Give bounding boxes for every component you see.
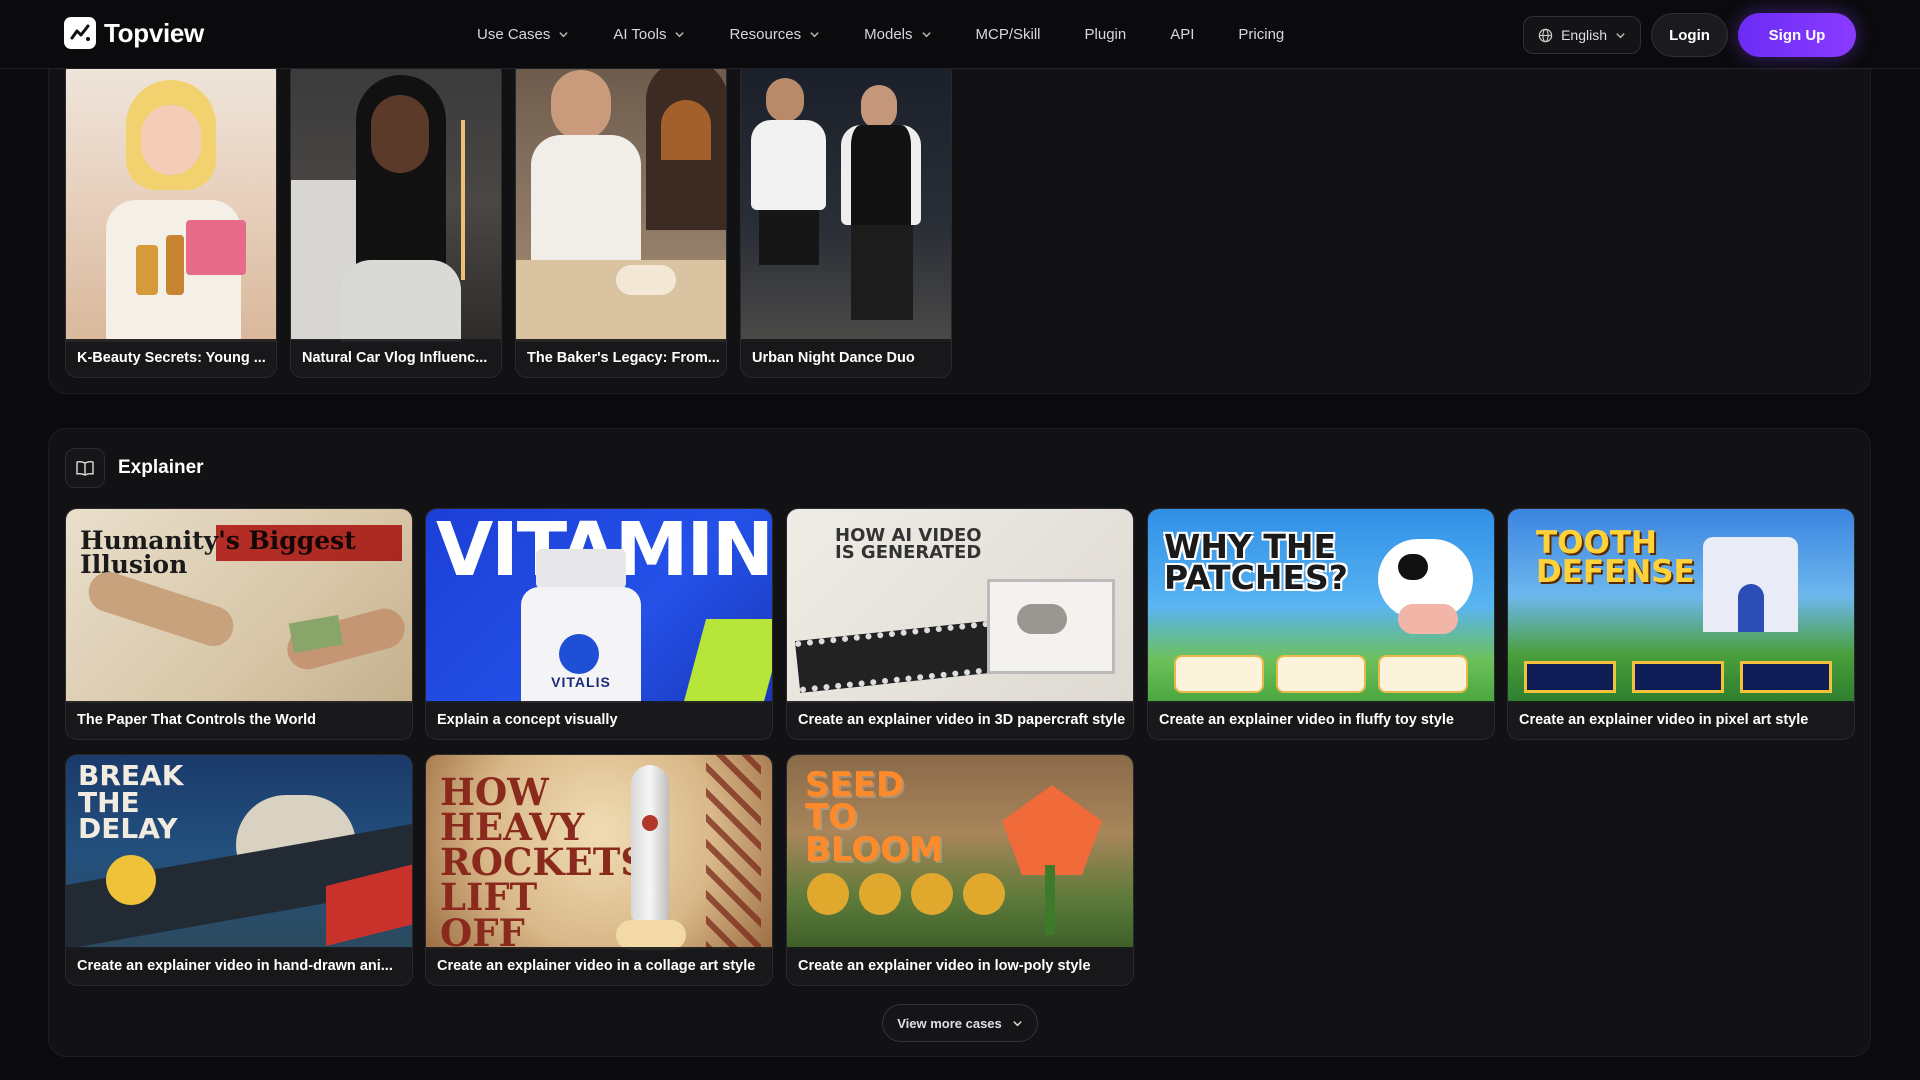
chevron-down-icon	[559, 32, 569, 38]
brand-name: Topview	[104, 17, 204, 48]
chevron-down-icon	[675, 32, 685, 38]
menu-label: MCP/Skill	[975, 26, 1041, 43]
case-card[interactable]: Natural Car Vlog Influenc...	[290, 59, 502, 378]
menu-api[interactable]: API	[1170, 26, 1194, 43]
menu-mcp-skill[interactable]: MCP/Skill	[976, 26, 1041, 43]
case-thumbnail	[66, 60, 276, 342]
menu-models[interactable]: Models	[864, 26, 931, 43]
explainer-card[interactable]: Humanity's Biggest Illusion The Paper Th…	[65, 508, 413, 740]
case-caption: Natural Car Vlog Influenc...	[291, 339, 501, 377]
signup-button[interactable]: Sign Up	[1738, 13, 1856, 57]
menu-use-cases[interactable]: Use Cases	[477, 26, 569, 43]
explainer-caption: Create an explainer video in low-poly st…	[787, 947, 1133, 985]
case-caption: The Baker's Legacy: From...	[516, 339, 726, 377]
explainer-thumbnail: HOW AI VIDEO IS GENERATED	[787, 509, 1133, 703]
chevron-down-icon	[810, 32, 819, 38]
case-caption: K-Beauty Secrets: Young ...	[66, 339, 276, 377]
explainer-card[interactable]: VITAMINS VITALIS Explain a concept visua…	[425, 508, 773, 740]
chevron-down-icon	[921, 32, 931, 38]
art-subtitle: VITALIS	[551, 674, 611, 690]
menu-label: Pricing	[1238, 26, 1285, 43]
chevron-down-icon	[1616, 32, 1625, 38]
view-more-button[interactable]: View more cases	[882, 1004, 1038, 1042]
menu-ai-tools[interactable]: AI Tools	[613, 26, 685, 43]
explainer-thumbnail: WHY THE PATCHES?	[1148, 509, 1494, 703]
art-title: SEED TO BLOOM	[805, 765, 944, 870]
case-caption: Urban Night Dance Duo	[741, 339, 951, 377]
menu-label: AI Tools	[613, 26, 667, 43]
art-title: BREAK THE DELAY	[78, 759, 184, 846]
explainer-thumbnail: BREAK THE DELAY	[66, 755, 412, 949]
explainer-thumbnail: Humanity's Biggest Illusion	[66, 509, 412, 703]
menu-resources[interactable]: Resources	[729, 26, 820, 43]
section-title: Explainer	[118, 457, 204, 478]
explainer-caption: Create an explainer video in 3D papercra…	[787, 701, 1133, 739]
explainer-card[interactable]: BREAK THE DELAY Create an explainer vide…	[65, 754, 413, 986]
brand-logo[interactable]: Topview	[64, 17, 204, 49]
explainer-card[interactable]: SEED TO BLOOM Create an explainer video …	[786, 754, 1134, 986]
login-button[interactable]: Login	[1651, 13, 1728, 57]
art-title: WHY THE PATCHES?	[1164, 527, 1348, 598]
explainer-card[interactable]: TOOTH DEFENSE Create an explainer video …	[1507, 508, 1855, 740]
globe-icon	[1538, 28, 1553, 42]
language-label: English	[1561, 27, 1607, 43]
explainer-card[interactable]: WHY THE PATCHES? Create an explainer vid…	[1147, 508, 1495, 740]
art-title: HOW HEAVY ROCKETS LIFT OFF	[440, 770, 648, 955]
menu-label: Resources	[729, 26, 802, 43]
explainer-caption: Create an explainer video in a collage a…	[426, 947, 772, 985]
case-thumbnail	[291, 60, 501, 342]
case-card[interactable]: The Baker's Legacy: From...	[515, 59, 727, 378]
explainer-caption: Explain a concept visually	[426, 701, 772, 739]
section-header: Explainer	[65, 448, 204, 488]
explainer-thumbnail: TOOTH DEFENSE	[1508, 509, 1854, 703]
logo-icon	[64, 17, 96, 49]
case-card[interactable]: K-Beauty Secrets: Young ...	[65, 59, 277, 378]
explainer-card[interactable]: HOW AI VIDEO IS GENERATED Create an expl…	[786, 508, 1134, 740]
menu-label: Models	[864, 26, 913, 43]
case-thumbnail	[741, 60, 951, 342]
menu-label: Use Cases	[477, 26, 551, 43]
explainer-caption: Create an explainer video in hand-drawn …	[66, 947, 412, 985]
explainer-thumbnail: SEED TO BLOOM	[787, 755, 1133, 949]
explainer-caption: The Paper That Controls the World	[66, 701, 412, 739]
case-thumbnail	[516, 60, 726, 342]
main-menu: Use Cases AI Tools Resources Models MCP/…	[477, 0, 1328, 69]
menu-label: Plugin	[1084, 26, 1127, 43]
menu-pricing[interactable]: Pricing	[1238, 26, 1284, 43]
book-open-icon	[65, 448, 105, 488]
top-nav: Topview Use Cases AI Tools Resources Mod…	[0, 0, 1920, 69]
art-title: HOW AI VIDEO IS GENERATED	[835, 525, 982, 564]
explainer-caption: Create an explainer video in pixel art s…	[1508, 701, 1854, 739]
explainer-card[interactable]: HOW HEAVY ROCKETS LIFT OFF Create an exp…	[425, 754, 773, 986]
menu-label: API	[1170, 26, 1195, 43]
language-selector[interactable]: English	[1523, 16, 1641, 54]
chevron-down-icon	[1013, 1020, 1022, 1026]
explainer-thumbnail: VITAMINS VITALIS	[426, 509, 772, 703]
view-more-label: View more cases	[897, 1015, 1002, 1031]
explainer-thumbnail: HOW HEAVY ROCKETS LIFT OFF	[426, 755, 772, 955]
explainer-caption: Create an explainer video in fluffy toy …	[1148, 701, 1494, 739]
art-title: TOOTH DEFENSE	[1536, 525, 1695, 591]
case-card[interactable]: Urban Night Dance Duo	[740, 59, 952, 378]
menu-plugin[interactable]: Plugin	[1085, 26, 1127, 43]
